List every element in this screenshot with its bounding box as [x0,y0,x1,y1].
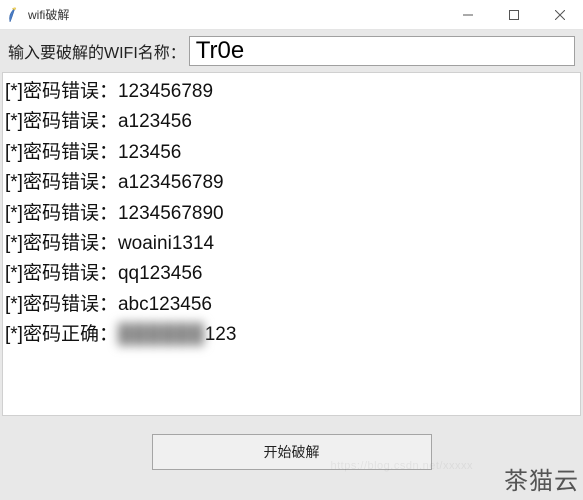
titlebar: wifi破解 [0,0,583,30]
output-line: [*]密码错误：abc123456 [5,290,578,320]
output-line: [*]密码正确：██████123 [5,320,578,350]
password-value: 1234567890 [118,199,224,229]
titlebar-left: wifi破解 [6,6,69,23]
input-row: 输入要破解的WIFI名称： [0,30,583,72]
password-value: woaini1314 [118,229,214,259]
status-wrong-label: [*]密码错误： [5,168,118,198]
output-line: [*]密码错误：a123456 [5,107,578,137]
status-wrong-label: [*]密码错误： [5,229,118,259]
status-wrong-label: [*]密码错误： [5,138,118,168]
output-line: [*]密码错误：qq123456 [5,259,578,289]
close-icon [555,10,565,20]
maximize-icon [509,10,519,20]
button-area: 开始破解 [0,416,583,500]
output-line: [*]密码错误：1234567890 [5,199,578,229]
password-value: a123456 [118,107,192,137]
wifi-name-label: 输入要破解的WIFI名称： [8,39,186,63]
status-wrong-label: [*]密码错误： [5,259,118,289]
wifi-name-input[interactable] [189,36,575,66]
output-line: [*]密码错误：123456 [5,138,578,168]
password-value: qq123456 [118,259,203,289]
app-icon [6,7,22,23]
status-wrong-label: [*]密码错误： [5,290,118,320]
status-wrong-label: [*]密码错误： [5,107,118,137]
status-correct-label: [*]密码正确： [5,320,118,350]
output-panel: [*]密码错误：123456789[*]密码错误：a123456[*]密码错误：… [2,72,581,416]
watermark-right: 茶猫云 [504,461,579,496]
close-button[interactable] [537,0,583,29]
password-value: 123456789 [118,77,213,107]
output-line: [*]密码错误：a123456789 [5,168,578,198]
maximize-button[interactable] [491,0,537,29]
window-title: wifi破解 [28,6,69,23]
password-visible-segment: 123 [205,320,237,350]
minimize-button[interactable] [445,0,491,29]
minimize-icon [463,10,473,20]
password-hidden-segment: ██████ [118,320,205,350]
password-value: 123456 [118,138,181,168]
password-value: a123456789 [118,168,224,198]
output-line: [*]密码错误：woaini1314 [5,229,578,259]
status-wrong-label: [*]密码错误： [5,199,118,229]
password-value: abc123456 [118,290,212,320]
status-wrong-label: [*]密码错误： [5,77,118,107]
watermark-faint: https://blog.csdn.net/xxxxx [330,460,473,472]
app-window: wifi破解 输入要破解的WIFI名称： [*]密码错误：123456789[*… [0,0,583,500]
window-controls [445,0,583,29]
output-line: [*]密码错误：123456789 [5,77,578,107]
